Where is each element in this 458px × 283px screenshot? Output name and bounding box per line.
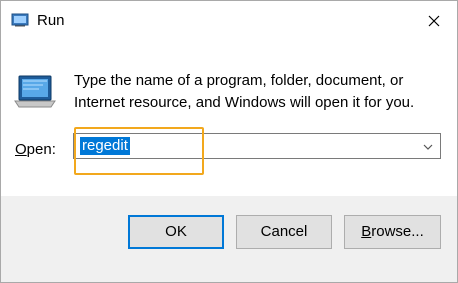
close-icon [428,15,440,27]
annotation-highlight-box [74,127,204,175]
open-label: Open: [15,140,56,160]
close-button[interactable] [411,1,457,41]
dialog-content: Type the name of a program, folder, docu… [1,41,457,196]
window-title: Run [37,12,65,29]
browse-label: rowse... [371,223,424,240]
cancel-button[interactable]: Cancel [236,215,332,249]
browse-button[interactable]: Browse... [344,215,441,249]
run-program-icon [13,73,57,109]
ok-button[interactable]: OK [128,215,224,249]
description-text: Type the name of a program, folder, docu… [74,72,415,111]
run-icon [11,12,29,28]
title-bar[interactable]: Run [1,1,457,41]
run-dialog: Run Type the name of a program, folder, … [0,0,458,283]
open-label-mnemonic: O [15,141,27,158]
browse-mnemonic: B [361,223,372,240]
chevron-down-icon[interactable] [422,140,434,152]
open-label-text: pen: [26,141,56,158]
